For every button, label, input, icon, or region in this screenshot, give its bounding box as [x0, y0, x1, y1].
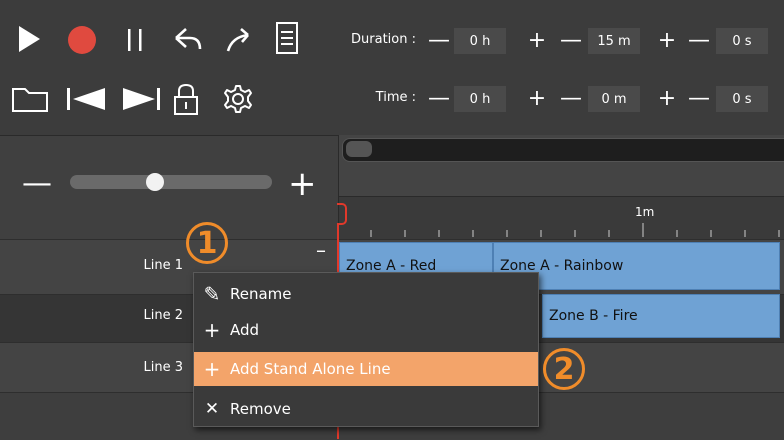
time-label: Time :: [375, 90, 416, 105]
zoom-slider-handle[interactable]: [146, 173, 164, 191]
playhead-marker[interactable]: [337, 203, 347, 225]
skip-end-button[interactable]: [118, 84, 164, 114]
redo-button[interactable]: [222, 22, 258, 56]
settings-button[interactable]: [220, 82, 256, 116]
time-seconds-value[interactable]: 0 s: [716, 86, 768, 112]
time-minutes-minus[interactable]: —: [558, 86, 584, 112]
timeline-scrollbar[interactable]: [342, 138, 784, 162]
time-minutes-value[interactable]: 0 m: [588, 86, 640, 112]
menu-item-label: Add Stand Alone Line: [230, 360, 391, 378]
zoom-out-button[interactable]: —: [22, 166, 52, 201]
callout-2: 2: [543, 348, 585, 390]
duration-label: Duration :: [351, 32, 416, 47]
duration-hours-plus[interactable]: +: [524, 28, 550, 54]
list-button[interactable]: [274, 20, 300, 56]
lock-button[interactable]: [170, 80, 202, 118]
undo-button[interactable]: [170, 22, 206, 56]
ruler-ticks: [370, 223, 780, 237]
menu-item-remove[interactable]: ✕ Remove: [194, 392, 538, 426]
duration-minutes-plus[interactable]: +: [654, 28, 680, 54]
line-2-label[interactable]: Line 2: [0, 308, 184, 323]
context-menu: ✎ Rename + Add + Add Stand Alone Line ✕ …: [193, 272, 539, 427]
menu-item-label: Add: [230, 321, 260, 339]
folder-icon: [12, 88, 48, 112]
duration-seconds-minus[interactable]: —: [686, 28, 712, 54]
gear-icon: [224, 85, 252, 113]
duration-minutes-minus[interactable]: —: [558, 28, 584, 54]
menu-item-add-stand-alone-line[interactable]: + Add Stand Alone Line: [194, 352, 538, 386]
play-icon: [19, 26, 40, 52]
pencil-icon: ✎: [203, 282, 221, 306]
record-icon: [68, 26, 96, 54]
pause-icon: [128, 29, 142, 51]
time-hours-plus[interactable]: +: [524, 86, 550, 112]
duration-hours-minus[interactable]: —: [426, 28, 452, 54]
ruler-mark-label: 1m: [635, 205, 655, 219]
menu-item-add[interactable]: + Add: [194, 313, 538, 347]
open-button[interactable]: [10, 82, 50, 116]
duration-minutes-value[interactable]: 15 m: [588, 28, 640, 54]
play-button[interactable]: [14, 22, 44, 56]
skip-start-button[interactable]: [64, 84, 110, 114]
callout-1: 1: [186, 222, 228, 264]
skip-end-icon: [123, 88, 160, 110]
close-icon: ✕: [204, 399, 220, 419]
duration-hours-value[interactable]: 0 h: [454, 28, 506, 54]
undo-icon: [175, 28, 202, 50]
timeline-scroll-thumb[interactable]: [346, 141, 372, 157]
line-1-collapse-button[interactable]: –: [316, 238, 326, 262]
time-seconds-minus[interactable]: —: [686, 86, 712, 112]
menu-item-label: Rename: [230, 285, 292, 303]
duration-seconds-value[interactable]: 0 s: [716, 28, 768, 54]
time-minutes-plus[interactable]: +: [654, 86, 680, 112]
redo-icon: [226, 28, 249, 52]
time-hours-value[interactable]: 0 h: [454, 86, 506, 112]
skip-start-icon: [67, 88, 105, 110]
timeline-ruler[interactable]: 1m: [339, 196, 784, 240]
zoom-in-button[interactable]: +: [288, 164, 317, 204]
line-1-label[interactable]: Line 1: [0, 258, 184, 273]
clip-zone-b-fire[interactable]: Zone B - Fire: [542, 294, 780, 338]
record-button[interactable]: [66, 24, 98, 56]
plus-icon: +: [203, 318, 221, 342]
lock-icon: [174, 83, 198, 115]
plus-icon: +: [203, 357, 221, 381]
zoom-slider[interactable]: [70, 175, 272, 189]
time-hours-minus[interactable]: —: [426, 86, 452, 112]
menu-item-rename[interactable]: ✎ Rename: [194, 277, 538, 311]
list-icon: [276, 22, 298, 54]
line-3-label[interactable]: Line 3: [0, 360, 184, 375]
menu-item-label: Remove: [230, 400, 291, 418]
pause-button[interactable]: [122, 24, 148, 56]
